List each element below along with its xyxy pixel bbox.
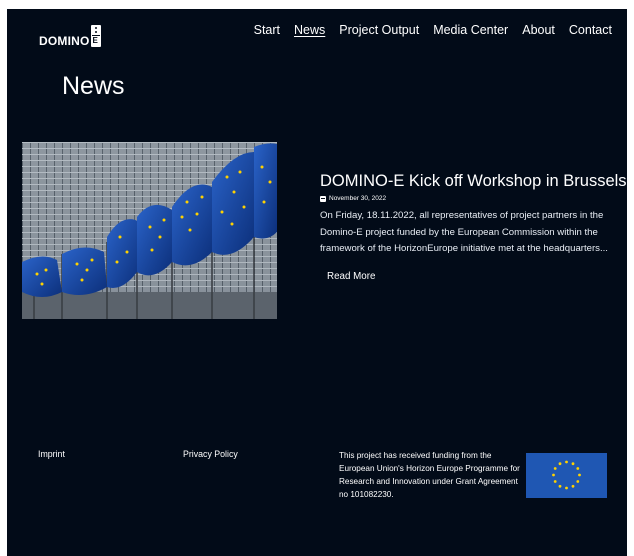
logo-text: DOMINO xyxy=(39,34,90,48)
nav-media-center[interactable]: Media Center xyxy=(433,23,508,37)
nav-news[interactable]: News xyxy=(294,23,325,37)
nav-project-output[interactable]: Project Output xyxy=(339,23,419,37)
main-nav: Start News Project Output Media Center A… xyxy=(254,23,612,37)
page-title: News xyxy=(62,72,125,100)
logo-letter: E xyxy=(92,36,98,45)
calendar-icon xyxy=(320,195,326,202)
domino-tile-icon: E xyxy=(90,25,101,47)
eu-flags-photo-icon xyxy=(22,142,277,319)
privacy-policy-link[interactable]: Privacy Policy xyxy=(183,449,238,459)
nav-contact[interactable]: Contact xyxy=(569,23,612,37)
article-title[interactable]: DOMINO-E Kick off Workshop in Brussels xyxy=(320,172,627,191)
imprint-link[interactable]: Imprint xyxy=(38,449,65,459)
nav-start[interactable]: Start xyxy=(254,23,280,37)
funding-notice: This project has received funding from t… xyxy=(339,451,520,499)
read-more-link[interactable]: Read More xyxy=(327,271,375,282)
site-frame: DOMINO E Start News Project Output Media… xyxy=(7,9,627,556)
site-logo[interactable]: DOMINO E xyxy=(39,25,101,47)
eu-flag-icon xyxy=(526,453,607,498)
article-date-text: November 30, 2022 xyxy=(329,195,387,202)
article-excerpt: On Friday, 18.11.2022, all representativ… xyxy=(320,210,608,254)
article-date: November 30, 2022 xyxy=(320,195,386,202)
article-image[interactable] xyxy=(22,142,277,319)
nav-about[interactable]: About xyxy=(522,23,555,37)
